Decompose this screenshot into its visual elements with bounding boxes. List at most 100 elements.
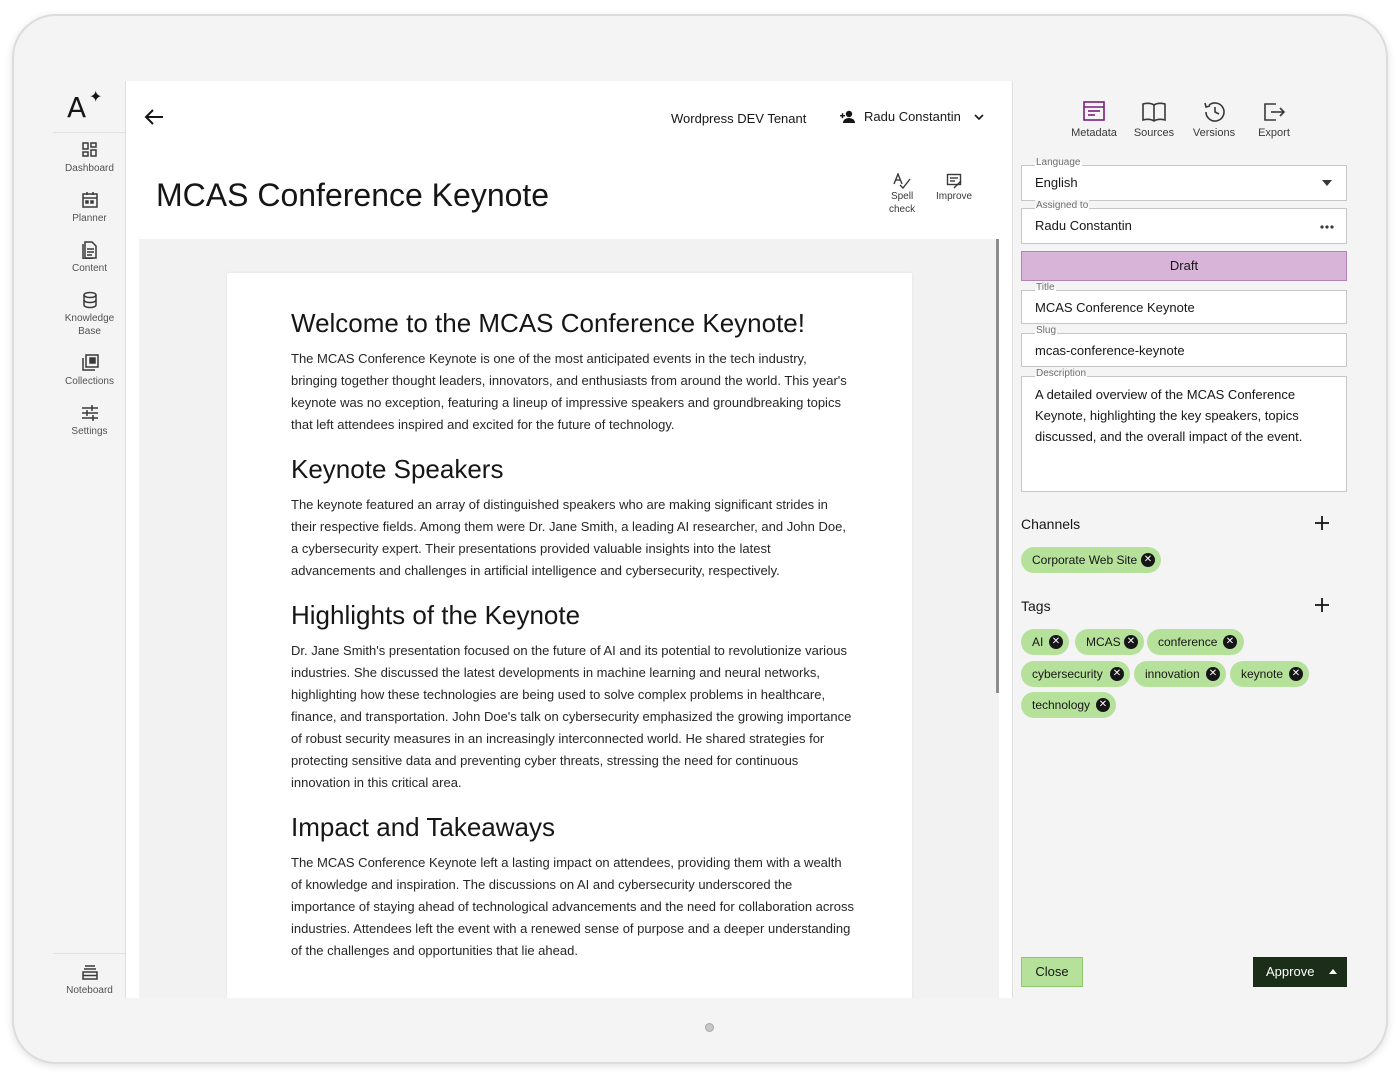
section-paragraph: The keynote featured an array of disting… — [291, 497, 846, 578]
assigned-value: Radu Constantin — [1035, 218, 1132, 233]
rail-divider — [53, 132, 126, 133]
page-title: MCAS Conference Keynote — [156, 177, 550, 213]
chip-label: technology — [1032, 698, 1091, 712]
approve-button[interactable]: Approve — [1253, 957, 1347, 987]
improve-label: Improve — [936, 191, 973, 202]
channel-chip[interactable]: Corporate Web Site ✕ — [1021, 547, 1161, 573]
add-channel-icon[interactable] — [1314, 515, 1330, 531]
tab-label: Versions — [1192, 127, 1236, 139]
spell-check-label-2: check — [889, 204, 916, 215]
chip-label: MCAS — [1086, 635, 1121, 649]
title-label: Title — [1035, 282, 1056, 293]
collections-icon — [81, 354, 99, 371]
tag-chip[interactable]: keynote ✕ — [1230, 661, 1309, 687]
left-nav-rail: A ✦ Dashboard Planner Content Knowledge … — [53, 81, 126, 998]
nav-item-collections[interactable]: Collections — [53, 354, 126, 388]
remove-chip-icon[interactable]: ✕ — [1223, 635, 1237, 649]
metadata-panel: Metadata Sources Versions Export Languag… — [1012, 81, 1350, 998]
tab-sources[interactable]: Sources — [1125, 101, 1183, 139]
add-tag-icon[interactable] — [1314, 597, 1330, 613]
document-page[interactable]: Welcome to the MCAS Conference Keynote! … — [227, 273, 912, 998]
spell-check-button[interactable]: Spell check — [889, 173, 915, 216]
close-button[interactable]: Close — [1021, 957, 1083, 987]
section-heading: Impact and Takeaways — [291, 812, 555, 842]
chevron-down-icon — [974, 113, 984, 120]
tab-versions[interactable]: Versions — [1185, 101, 1243, 139]
more-options-icon[interactable] — [1320, 225, 1334, 229]
tenant-name[interactable]: Wordpress DEV Tenant — [671, 111, 806, 126]
user-menu[interactable]: Radu Constantin — [840, 109, 985, 124]
tag-chip[interactable]: conference ✕ — [1147, 629, 1244, 655]
nav-label: Noteboard — [66, 985, 113, 996]
section-paragraph: Dr. Jane Smith's presentation focused on… — [291, 643, 852, 790]
dashboard-icon — [81, 142, 97, 157]
tab-label: Sources — [1133, 127, 1175, 139]
assigned-to-field[interactable]: Assigned to Radu Constantin — [1021, 200, 1347, 244]
nav-item-noteboard[interactable]: Noteboard — [53, 963, 126, 997]
improve-button[interactable]: Improve — [936, 173, 972, 203]
export-icon — [1264, 103, 1286, 121]
chip-label: AI — [1032, 635, 1044, 649]
tab-metadata[interactable]: Metadata — [1065, 101, 1123, 139]
rail-divider-bottom — [53, 953, 126, 954]
remove-chip-icon[interactable]: ✕ — [1049, 635, 1063, 649]
tag-chip[interactable]: innovation ✕ — [1134, 661, 1226, 687]
app-logo[interactable]: A ✦ — [67, 87, 113, 131]
section-paragraph: The MCAS Conference Keynote is one of th… — [291, 351, 847, 432]
channels-title: Channels — [1021, 516, 1081, 532]
nav-item-content[interactable]: Content — [53, 241, 126, 275]
approve-label: Approve — [1266, 964, 1315, 979]
book-icon — [1142, 102, 1166, 122]
nav-label: Collections — [65, 376, 114, 387]
user-add-icon — [840, 110, 855, 123]
caret-up-icon — [1329, 969, 1337, 974]
description-label: Description — [1035, 368, 1088, 379]
nav-item-settings[interactable]: Settings — [53, 404, 126, 438]
sliders-icon — [81, 405, 98, 421]
section-heading: Welcome to the MCAS Conference Keynote! — [291, 308, 805, 338]
tab-label: Export — [1258, 127, 1290, 139]
user-name: Radu Constantin — [864, 109, 961, 124]
app-screen: A ✦ Dashboard Planner Content Knowledge … — [53, 81, 1350, 998]
remove-chip-icon[interactable]: ✕ — [1206, 667, 1220, 681]
section-paragraph: The MCAS Conference Keynote left a lasti… — [291, 855, 854, 958]
nav-item-knowledge-base[interactable]: Knowledge Base — [53, 291, 126, 338]
nav-label-line2: Base — [78, 326, 101, 337]
nav-item-dashboard[interactable]: Dashboard — [53, 141, 126, 175]
remove-chip-icon[interactable]: ✕ — [1289, 667, 1303, 681]
back-arrow-icon[interactable] — [143, 106, 165, 128]
logo-letter: A — [67, 91, 87, 124]
remove-chip-icon[interactable]: ✕ — [1096, 698, 1110, 712]
remove-chip-icon[interactable]: ✕ — [1141, 553, 1155, 567]
nav-label: Content — [71, 263, 108, 274]
description-value: A detailed overview of the MCAS Conferen… — [1035, 387, 1303, 444]
tag-chip[interactable]: technology ✕ — [1021, 692, 1116, 718]
title-input[interactable]: Title MCAS Conference Keynote — [1021, 282, 1347, 324]
document-body[interactable]: Welcome to the MCAS Conference Keynote! … — [291, 307, 856, 979]
tag-chip[interactable]: cybersecurity ✕ — [1021, 661, 1130, 687]
nav-label: Settings — [71, 426, 108, 437]
history-icon — [1204, 102, 1225, 122]
improve-icon — [946, 173, 962, 189]
caret-down-icon — [1322, 180, 1332, 186]
remove-chip-icon[interactable]: ✕ — [1124, 635, 1138, 649]
tablet-home-dot — [705, 1023, 714, 1032]
nav-label: Dashboard — [65, 163, 114, 174]
tag-chip[interactable]: MCAS ✕ — [1075, 629, 1144, 655]
language-select[interactable]: Language English — [1021, 157, 1347, 201]
nav-item-planner[interactable]: Planner — [53, 191, 126, 225]
slug-value: mcas-conference-keynote — [1035, 343, 1185, 358]
slug-label: Slug — [1035, 325, 1058, 336]
description-textarea[interactable]: Description A detailed overview of the M… — [1021, 368, 1347, 492]
tab-export[interactable]: Export — [1245, 101, 1303, 139]
section-heading: Keynote Speakers — [291, 454, 504, 484]
slug-input[interactable]: Slug mcas-conference-keynote — [1021, 325, 1347, 367]
spell-check-label: Spell — [890, 191, 914, 202]
database-icon — [82, 291, 97, 309]
editor-scrollbar[interactable] — [996, 239, 999, 693]
tag-chip[interactable]: AI ✕ — [1021, 629, 1069, 655]
remove-chip-icon[interactable]: ✕ — [1110, 667, 1124, 681]
section-heading: Highlights of the Keynote — [291, 600, 581, 630]
status-draft-button[interactable]: Draft — [1021, 251, 1347, 281]
nav-label: Knowledge — [64, 313, 115, 324]
